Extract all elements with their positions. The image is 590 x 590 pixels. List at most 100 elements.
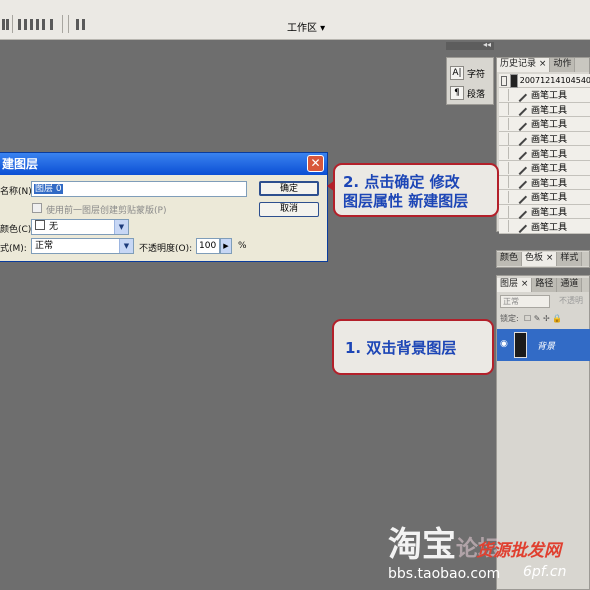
brush-icon: [512, 219, 528, 234]
close-icon[interactable]: ✕: [307, 155, 324, 172]
lock-label: 锁定:: [500, 314, 519, 323]
history-item[interactable]: 画笔工具: [499, 116, 590, 132]
opacity-slider-arrow-icon[interactable]: ▶: [220, 238, 232, 254]
opacity-unit: %: [238, 241, 247, 251]
color-label: 颜色(C):: [0, 225, 35, 235]
color-value: 无: [49, 222, 59, 232]
tab-channels[interactable]: 通道: [557, 278, 583, 292]
chevron-down-icon[interactable]: ▼: [114, 220, 128, 234]
color-panel: 颜色 色板 × 样式: [496, 250, 590, 268]
cancel-button[interactable]: 取消: [259, 202, 319, 217]
collapse-icon[interactable]: ◂◂: [483, 40, 491, 49]
eye-icon[interactable]: ◉: [500, 339, 508, 349]
brush-icon: [512, 175, 528, 190]
color-swatch: [35, 220, 45, 230]
watermark-logo-text: 淘宝: [388, 525, 456, 565]
brush-icon: [512, 189, 528, 205]
dock-collapse-bar[interactable]: ◂◂: [446, 40, 494, 50]
snapshot-thumbnail: [510, 73, 518, 88]
layer-name-input[interactable]: 图层 0: [31, 181, 247, 197]
snapshot-brush-icon: [501, 75, 508, 86]
paragraph-label: 段落: [467, 89, 486, 100]
history-snapshot[interactable]: 20071214104540: [499, 73, 590, 88]
workspace-menu[interactable]: 工作区 ▾: [287, 19, 325, 34]
callout-step1-text: 1. 双击背景图层: [345, 339, 457, 357]
character-icon: A|: [450, 66, 464, 80]
history-item[interactable]: 画笔工具: [499, 87, 590, 103]
brush-icon: [512, 116, 528, 132]
blend-mode-select[interactable]: 正常: [500, 295, 550, 308]
watermark-url: bbs.taobao.com: [388, 566, 501, 582]
callout-step1: 1. 双击背景图层: [332, 319, 494, 375]
tab-color[interactable]: 颜色: [497, 252, 523, 266]
new-layer-dialog: 建图层 ✕ 名称(N): 图层 0 确定 取消 使用前一图层创建剪贴蒙版(P) …: [0, 152, 328, 262]
history-item[interactable]: 画笔工具: [499, 146, 590, 161]
lock-icons[interactable]: ☐ ✎ ✢ 🔒: [524, 314, 568, 323]
name-label: 名称(N):: [0, 187, 35, 197]
options-bar: 工作区 ▾: [0, 0, 590, 40]
mode-select[interactable]: 正常 ▼: [31, 238, 134, 254]
history-panel: 历史记录 × 动作 20071214104540 画笔工具 画笔工具 画笔工具 …: [496, 57, 590, 234]
tab-layers[interactable]: 图层 ×: [497, 278, 533, 292]
brush-icon: [512, 131, 528, 146]
tab-paths[interactable]: 路径: [532, 278, 558, 292]
history-item-label: 画笔工具: [531, 149, 568, 160]
layers-tabs: 图层 × 路径 通道: [497, 278, 589, 292]
character-label: 字符: [467, 69, 486, 80]
brush-icon: [512, 160, 528, 175]
opacity-label: 不透明: [559, 296, 583, 305]
layer-thumbnail: [514, 332, 527, 358]
history-item-label: 画笔工具: [531, 193, 568, 204]
character-panel-button[interactable]: A| 字符: [450, 64, 492, 82]
separator: [12, 15, 13, 33]
separator: [62, 15, 63, 33]
history-tabs: 历史记录 × 动作: [497, 58, 589, 72]
callout-step2-line1: 2. 点击确定 修改: [343, 173, 460, 191]
chevron-down-icon[interactable]: ▼: [119, 239, 133, 253]
callout-step2: 2. 点击确定 修改 图层属性 新建图层: [333, 163, 499, 217]
history-item[interactable]: 画笔工具: [499, 204, 590, 220]
tab-actions[interactable]: 动作: [550, 58, 576, 72]
color-select[interactable]: 无 ▼: [31, 219, 129, 235]
opacity-label: 不透明度(O):: [139, 244, 193, 254]
align-icons[interactable]: [0, 17, 90, 33]
snapshot-name: 20071214104540: [519, 76, 590, 85]
history-item[interactable]: 画笔工具: [499, 102, 590, 118]
brush-icon: [512, 204, 528, 219]
opacity-input[interactable]: 100: [196, 238, 220, 254]
layer-name: 背景: [537, 342, 556, 352]
history-item[interactable]: 画笔工具: [499, 160, 590, 176]
history-item-label: 画笔工具: [531, 208, 568, 219]
history-list: 画笔工具 画笔工具 画笔工具 画笔工具 画笔工具 画笔工具 画笔工具 画笔工具 …: [499, 87, 590, 234]
ok-button[interactable]: 确定: [259, 181, 319, 196]
tab-history[interactable]: 历史记录 ×: [497, 58, 551, 72]
history-item-label: 画笔工具: [531, 105, 568, 116]
history-item-label: 画笔工具: [531, 164, 568, 175]
clip-mask-checkbox[interactable]: [32, 203, 42, 213]
color-tabs: 颜色 色板 × 样式: [497, 252, 589, 266]
mode-label: 式(M):: [0, 244, 27, 254]
collapsed-panels-dock: A| 字符 ¶ 段落: [446, 57, 494, 105]
watermark-url-2: 6pf.cn: [523, 564, 567, 580]
history-item-label: 画笔工具: [531, 120, 568, 131]
paragraph-panel-button[interactable]: ¶ 段落: [450, 84, 492, 102]
mode-value: 正常: [35, 241, 54, 251]
document-canvas[interactable]: [0, 40, 442, 590]
history-item[interactable]: 画笔工具: [499, 131, 590, 147]
dialog-title: 建图层: [0, 153, 327, 175]
tab-styles[interactable]: 样式: [557, 252, 583, 266]
callout-pointer: [327, 180, 335, 192]
brush-icon: [512, 146, 528, 161]
layer-name-value: 图层 0: [34, 184, 63, 194]
history-item[interactable]: 画笔工具: [499, 219, 590, 234]
brush-icon: [512, 102, 528, 117]
callout-step2-line2: 图层属性 新建图层: [343, 192, 469, 210]
history-item[interactable]: 画笔工具: [499, 189, 590, 205]
watermark-red-text: 货源批发网: [476, 541, 561, 561]
layer-background[interactable]: ◉ 背景: [497, 329, 590, 361]
history-item-label: 画笔工具: [531, 135, 568, 146]
history-item-label: 画笔工具: [531, 222, 568, 233]
tab-swatches[interactable]: 色板 ×: [522, 252, 558, 266]
paragraph-icon: ¶: [450, 86, 464, 100]
history-item[interactable]: 画笔工具: [499, 175, 590, 191]
